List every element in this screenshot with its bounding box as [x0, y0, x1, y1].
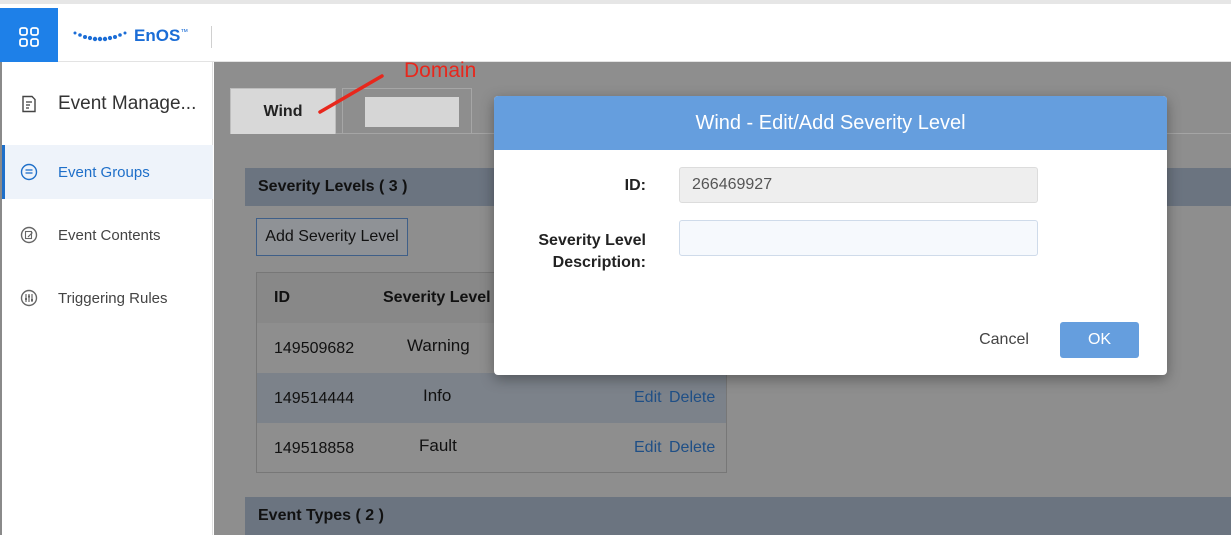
annotation-label: Domain — [404, 59, 477, 82]
row-id: 149514444 — [274, 390, 355, 407]
table-row: 149514444 Info Edit Delete — [257, 373, 726, 423]
enos-logo[interactable]: EnOS™ — [72, 26, 188, 46]
sidebar-item-label: Event Groups — [58, 163, 150, 181]
annotation-arrow — [318, 74, 384, 114]
header-divider — [211, 26, 212, 48]
edit-link[interactable]: Edit — [634, 439, 662, 457]
row-level: Warning — [407, 336, 470, 355]
edit-link[interactable]: Edit — [634, 389, 662, 407]
add-severity-level-button[interactable]: Add Severity Level — [256, 218, 408, 256]
delete-link[interactable]: Delete — [669, 389, 715, 407]
circle-edit-icon — [20, 226, 38, 244]
dialog-title: Wind - Edit/Add Severity Level — [494, 96, 1167, 150]
id-field — [679, 167, 1038, 203]
circle-list-icon — [20, 163, 38, 181]
circle-sliders-icon — [20, 289, 38, 307]
sidebar-item-triggering-rules[interactable]: Triggering Rules — [2, 271, 213, 325]
sidebar-module-title: Event Manage... — [58, 93, 197, 114]
row-level: Info — [423, 386, 452, 405]
document-icon — [20, 95, 38, 113]
sidebar-module-header[interactable]: Event Manage... — [2, 62, 213, 146]
sidebar-item-event-groups[interactable]: Event Groups — [2, 145, 213, 199]
row-id: 149509682 — [274, 340, 355, 357]
row-id: 149518858 — [274, 440, 355, 457]
logo-dots-icon — [73, 31, 127, 42]
logo-text: EnOS™ — [134, 26, 189, 45]
event-types-header: Event Types ( 2 ) — [245, 497, 1231, 535]
top-bar: EnOS™ — [0, 0, 1231, 66]
delete-link[interactable]: Delete — [669, 439, 715, 457]
column-header-id: ID — [274, 289, 290, 306]
cancel-button[interactable]: Cancel — [964, 322, 1044, 358]
table-row: 149518858 Fault Edit Delete — [257, 423, 726, 473]
sidebar-item-event-contents[interactable]: Event Contents — [2, 208, 213, 262]
column-header-severity-level: Severity Level — [383, 289, 491, 306]
severity-description-label: Severity Level Description: — [538, 232, 646, 271]
sidebar: Event Manage... Event Groups Event Conte… — [0, 62, 213, 535]
edit-severity-dialog: Wind - Edit/Add Severity Level ID: Sever… — [494, 96, 1167, 375]
severity-description-field[interactable] — [679, 220, 1038, 256]
id-label: ID: — [624, 177, 646, 194]
grid-icon — [19, 27, 39, 47]
sidebar-item-label: Triggering Rules — [58, 289, 168, 307]
sidebar-item-label: Event Contents — [58, 226, 161, 244]
row-level: Fault — [419, 436, 457, 455]
app-switcher-button[interactable] — [0, 8, 58, 66]
ok-button[interactable]: OK — [1060, 322, 1139, 358]
